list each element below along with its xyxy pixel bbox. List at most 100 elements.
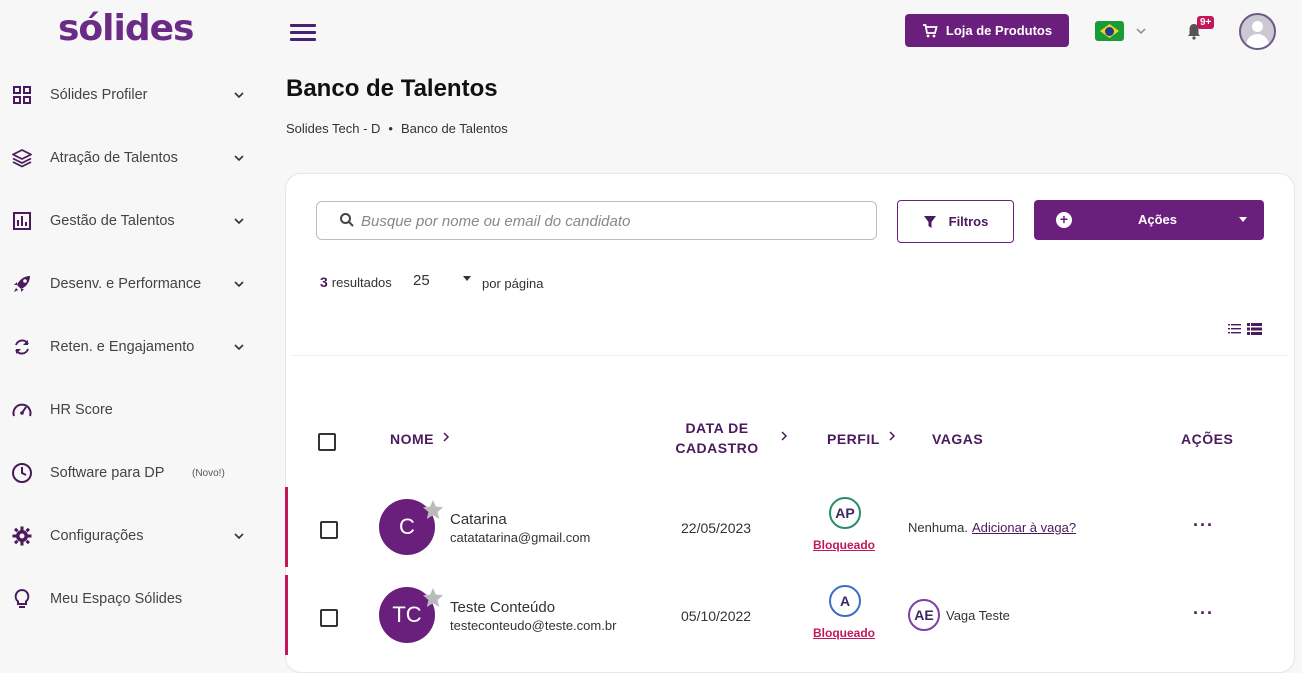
profile-status-link[interactable]: Bloqueado [813,626,875,640]
chevron-down-icon [234,155,244,162]
avatar-head [1252,21,1263,32]
filters-button[interactable]: Filtros [897,200,1014,243]
divider [292,355,1288,356]
refresh-icon [11,336,33,358]
profile-status-link[interactable]: Bloqueado [813,538,875,552]
search-box [316,201,877,240]
sidebar-item-label: Desenv. e Performance [50,276,202,292]
column-header-jobs: VAGAS [932,431,984,447]
shop-button[interactable]: Loja de Produtos [905,14,1069,47]
row-indicator [285,487,288,567]
star-icon[interactable] [421,498,445,522]
job-name[interactable]: Vaga Teste [946,608,1010,623]
breadcrumb: Solides Tech - D • Banco de Talentos [286,121,508,136]
column-header-date-line2: CADASTRO [675,440,759,456]
column-header-profile[interactable]: PERFIL [827,431,880,447]
star-icon[interactable] [421,586,445,610]
clock-icon [11,462,33,484]
results-label: resultados [331,274,392,290]
menu-toggle-button[interactable] [290,24,316,44]
sidebar: sólides Sólides Profiler Atração de Tale… [0,0,270,646]
sidebar-item-solides-profiler[interactable]: Sólides Profiler [0,75,270,115]
sidebar-item-label: Configurações [50,528,144,544]
speedometer-icon [11,399,33,421]
candidate-email: catatatarina@gmail.com [450,530,591,545]
breadcrumb-current: Banco de Talentos [400,121,508,136]
candidate-email: testeconteudo@teste.com.br [450,618,617,633]
layers-icon [11,147,33,169]
search-icon [340,213,354,227]
sidebar-item-label: Sólides Profiler [50,87,148,103]
sidebar-item-label: Gestão de Talentos [50,213,175,229]
sidebar-item-label: HR Score [50,402,113,418]
breadcrumb-separator: • [388,121,393,136]
filter-icon [923,215,936,228]
registration-date: 22/05/2023 [681,520,752,536]
per-page-label: por página [482,276,544,291]
select-all-checkbox[interactable] [318,433,336,451]
more-options-icon[interactable]: ··· [1193,603,1214,624]
gear-icon [11,525,33,547]
sort-arrow-icon[interactable] [887,430,897,442]
hamburger-line [290,31,316,34]
caret-down-icon [1239,217,1247,222]
chevron-down-icon[interactable] [1135,25,1147,37]
results-summary: 3 resultados [320,274,392,290]
sidebar-item-meu-espaco[interactable]: Meu Espaço Sólides [0,579,270,619]
chevron-down-icon [234,218,244,225]
sidebar-item-label: Meu Espaço Sólides [50,591,183,607]
page-title: Banco de Talentos [286,75,498,102]
sort-arrow-icon[interactable] [779,430,789,442]
jobs-none-text: Nenhuma. [908,520,968,535]
new-badge: (Novo!) [192,467,225,479]
grid-icon [11,84,33,106]
lightbulb-icon [11,588,33,610]
sidebar-item-label: Atração de Talentos [50,150,178,166]
job-badge[interactable]: AE [908,599,940,631]
more-options-icon[interactable]: ··· [1193,515,1214,536]
caret-down-icon [463,276,471,281]
profile-badge[interactable]: A [829,585,861,617]
sidebar-item-atracao-talentos[interactable]: Atração de Talentos [0,138,270,178]
solides-logo[interactable]: sólides [58,8,194,49]
sort-arrow-icon[interactable] [441,431,451,443]
chevron-down-icon [234,92,244,99]
sidebar-item-reten-engajamento[interactable]: Reten. e Engajamento [0,327,270,367]
row-indicator [285,575,288,655]
list-view-toggle-icon[interactable] [1228,323,1262,335]
search-input[interactable] [361,210,861,232]
chevron-down-icon [234,281,244,288]
chevron-down-icon [234,344,244,351]
sidebar-item-desenv-performance[interactable]: Desenv. e Performance [0,264,270,304]
column-header-name[interactable]: NOME [390,431,434,447]
sidebar-item-gestao-talentos[interactable]: Gestão de Talentos [0,201,270,241]
notification-badge: 9+ [1197,16,1215,29]
actions-dropdown-button[interactable]: + Ações [1034,200,1264,240]
candidate-name[interactable]: Catarina [450,511,507,528]
sidebar-item-software-dp[interactable]: Software para DP (Novo!) [0,453,270,493]
avatar-body [1246,34,1269,48]
column-header-actions: AÇÕES [1181,431,1234,447]
rocket-icon [11,273,33,295]
actions-button-label: Ações [1138,212,1178,227]
user-avatar[interactable] [1239,13,1276,50]
row-checkbox[interactable] [320,609,338,627]
chevron-down-icon [234,533,244,540]
row-checkbox[interactable] [320,521,338,539]
brazil-flag-icon[interactable] [1095,21,1124,41]
candidate-name[interactable]: Teste Conteúdo [450,599,555,616]
breadcrumb-company[interactable]: Solides Tech - D [286,121,380,136]
profile-badge[interactable]: AP [829,497,861,529]
shop-button-label: Loja de Produtos [945,23,1053,38]
sidebar-item-hr-score[interactable]: HR Score [0,390,270,430]
per-page-select[interactable]: 25 [413,272,473,294]
sidebar-item-label: Software para DP [50,465,165,481]
per-page-value: 25 [413,272,430,289]
results-count: 3 [320,274,328,290]
column-header-date[interactable]: DATA DE CADASTRO [672,420,762,456]
sidebar-item-configuracoes[interactable]: Configurações [0,516,270,556]
bar-chart-icon [11,210,33,232]
cart-icon [922,23,938,37]
add-to-job-link[interactable]: Adicionar à vaga? [972,520,1076,535]
flag-circle [1105,27,1114,36]
